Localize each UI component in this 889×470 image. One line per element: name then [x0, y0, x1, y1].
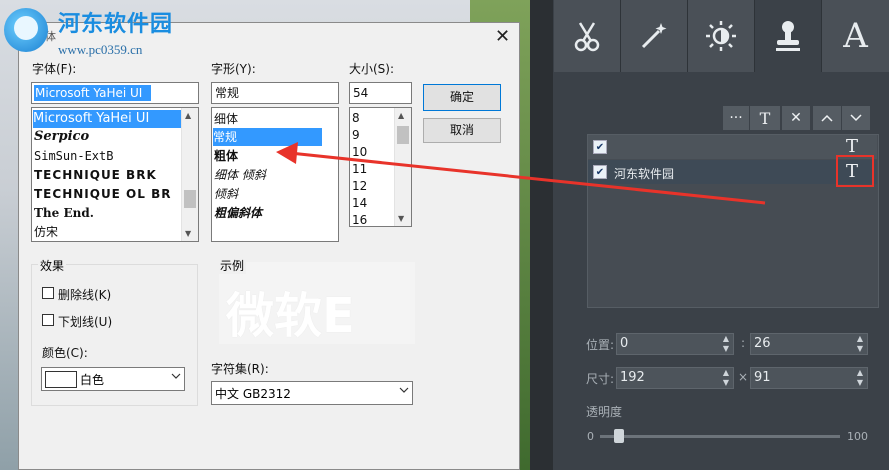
annotation-arrow [276, 142, 766, 205]
